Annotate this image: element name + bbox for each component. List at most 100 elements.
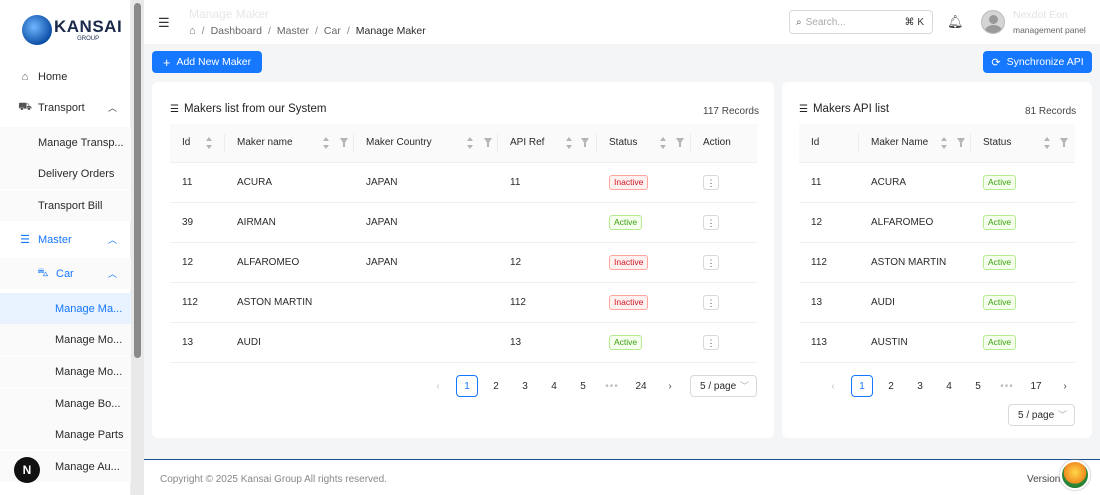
last-page-button[interactable]: 17 bbox=[1025, 375, 1047, 397]
next-page-button[interactable]: › bbox=[659, 375, 681, 397]
globe-logo-icon bbox=[22, 15, 52, 45]
page-size-select[interactable]: 5 / page ﹀ bbox=[690, 375, 757, 397]
more-actions-button[interactable]: ⋮ bbox=[703, 255, 719, 270]
scrollbar-thumb[interactable] bbox=[134, 3, 141, 358]
sidebar-item-label: Manage Bo... bbox=[55, 397, 121, 410]
home-icon[interactable]: ⌂ bbox=[189, 25, 196, 37]
cell-maker-name: ALFAROMEO bbox=[859, 202, 971, 243]
page-3-button[interactable]: 3 bbox=[909, 375, 931, 397]
sidebar-item-manage-body[interactable]: Manage Bo... bbox=[0, 388, 131, 419]
app-favicon-icon[interactable] bbox=[1060, 460, 1090, 490]
home-icon: ⌂ bbox=[21, 70, 29, 83]
more-actions-button[interactable]: ⋮ bbox=[703, 295, 719, 310]
sort-icon[interactable] bbox=[206, 137, 212, 149]
filter-icon[interactable] bbox=[581, 138, 589, 147]
column-header-id[interactable]: Id bbox=[799, 124, 859, 163]
table-row: 113 AUSTIN Active bbox=[799, 322, 1075, 363]
sort-icon[interactable] bbox=[467, 137, 473, 149]
cell-api-ref bbox=[498, 202, 597, 243]
sidebar: KANSAI GROUP ⌂ Home ⛟ Transport ︿ Manage… bbox=[0, 0, 131, 495]
breadcrumb-car[interactable]: Car bbox=[324, 25, 341, 37]
more-pages-ellipsis[interactable]: ••• bbox=[996, 375, 1018, 397]
more-actions-button[interactable]: ⋮ bbox=[703, 335, 719, 350]
sort-icon[interactable] bbox=[941, 137, 947, 149]
last-page-button[interactable]: 24 bbox=[630, 375, 652, 397]
sidebar-item-label: Delivery Orders bbox=[38, 167, 115, 180]
sidebar-item-car[interactable]: ⛍ Car ︿ bbox=[0, 258, 131, 289]
sidebar-item-manage-model[interactable]: Manage Mo... bbox=[0, 324, 131, 355]
status-badge: Active bbox=[609, 335, 643, 350]
search-shortcut: ⌘ K bbox=[904, 16, 924, 28]
sidebar-item-manage-transport[interactable]: Manage Transp... bbox=[0, 127, 131, 158]
page-title: Manage Maker bbox=[189, 7, 270, 21]
column-header-maker-country[interactable]: Maker Country bbox=[354, 124, 498, 163]
sidebar-item-manage-maker[interactable]: Manage Ma... bbox=[0, 293, 131, 324]
api-makers-table: Id Maker Name Status 11 ACURA Active 12 … bbox=[799, 124, 1075, 363]
filter-icon[interactable] bbox=[1060, 138, 1068, 147]
sidebar-item-manage-parts[interactable]: Manage Parts bbox=[0, 419, 131, 450]
sort-icon[interactable] bbox=[1044, 137, 1050, 149]
cell-api-ref: 13 bbox=[498, 322, 597, 363]
prev-page-button[interactable]: ‹ bbox=[427, 375, 449, 397]
page-1-button[interactable]: 1 bbox=[456, 375, 478, 397]
page-1-button[interactable]: 1 bbox=[851, 375, 873, 397]
more-actions-button[interactable]: ⋮ bbox=[703, 215, 719, 230]
sidebar-item-manage-model-2[interactable]: Manage Mo... bbox=[0, 356, 131, 387]
sort-icon[interactable] bbox=[566, 137, 572, 149]
add-new-maker-button[interactable]: + Add New Maker bbox=[152, 51, 262, 73]
status-badge: Active bbox=[983, 215, 1017, 230]
sidebar-item-master[interactable]: ☰ Master ︿ bbox=[0, 224, 131, 255]
column-header-status[interactable]: Status bbox=[971, 124, 1075, 163]
prev-page-button[interactable]: ‹ bbox=[822, 375, 844, 397]
copyright-text: Copyright © 2025 Kansai Group All rights… bbox=[160, 474, 387, 485]
sidebar-scrollbar[interactable] bbox=[131, 0, 144, 495]
bell-icon[interactable]: 🔔︎ bbox=[947, 14, 964, 30]
cell-maker-name: ALFAROMEO bbox=[225, 242, 354, 283]
brand-logo[interactable]: KANSAI GROUP bbox=[0, 0, 130, 60]
page-3-button[interactable]: 3 bbox=[514, 375, 536, 397]
status-badge: Inactive bbox=[609, 255, 649, 270]
filter-icon[interactable] bbox=[957, 138, 965, 147]
more-actions-button[interactable]: ⋮ bbox=[703, 175, 719, 190]
menu-collapse-icon[interactable]: ☰ bbox=[158, 15, 170, 31]
sidebar-item-transport[interactable]: ⛟ Transport ︿ bbox=[0, 92, 131, 123]
sidebar-item-transport-bill[interactable]: Transport Bill bbox=[0, 190, 131, 221]
sort-icon[interactable] bbox=[323, 137, 329, 149]
brand-name: KANSAI bbox=[54, 16, 123, 36]
n-badge[interactable]: N bbox=[14, 457, 40, 483]
sidebar-item-label: Manage Parts bbox=[55, 428, 124, 441]
cell-country: JAPAN bbox=[354, 162, 498, 203]
column-header-maker-name[interactable]: Maker Name bbox=[859, 124, 971, 163]
cell-id: 39 bbox=[170, 202, 225, 243]
page-5-button[interactable]: 5 bbox=[967, 375, 989, 397]
table-row: 13 AUDI 13 Active ⋮ bbox=[170, 322, 757, 363]
search-input[interactable]: ⌕ Search... ⌘ K bbox=[789, 10, 933, 34]
more-pages-ellipsis[interactable]: ••• bbox=[601, 375, 623, 397]
breadcrumb-dashboard[interactable]: Dashboard bbox=[211, 25, 262, 37]
breadcrumb-master[interactable]: Master bbox=[277, 25, 309, 37]
avatar[interactable] bbox=[981, 10, 1005, 34]
column-header-id[interactable]: Id bbox=[170, 124, 225, 163]
next-page-button[interactable]: › bbox=[1054, 375, 1076, 397]
filter-icon[interactable] bbox=[676, 138, 684, 147]
page-4-button[interactable]: 4 bbox=[938, 375, 960, 397]
status-badge: Active bbox=[983, 255, 1017, 270]
sidebar-item-delivery-orders[interactable]: Delivery Orders bbox=[0, 158, 131, 189]
filter-icon[interactable] bbox=[484, 138, 492, 147]
column-header-api-ref[interactable]: API Ref bbox=[498, 124, 597, 163]
page-2-button[interactable]: 2 bbox=[485, 375, 507, 397]
page-size-select[interactable]: 5 / page ﹀ bbox=[1008, 404, 1075, 426]
synchronize-api-button[interactable]: ⟳ Synchronize API bbox=[983, 51, 1092, 73]
filter-icon[interactable] bbox=[340, 138, 348, 147]
column-header-status[interactable]: Status bbox=[597, 124, 691, 163]
sidebar-item-label: Manage Transp... bbox=[38, 136, 124, 149]
page-4-button[interactable]: 4 bbox=[543, 375, 565, 397]
column-header-maker-name[interactable]: Maker name bbox=[225, 124, 354, 163]
user-name[interactable]: Nexdot Eon bbox=[1013, 9, 1068, 21]
chevron-up-icon: ︿ bbox=[107, 235, 117, 245]
breadcrumb-current: Manage Maker bbox=[355, 25, 426, 37]
sidebar-item-home[interactable]: ⌂ Home bbox=[0, 61, 131, 92]
sort-icon[interactable] bbox=[660, 137, 666, 149]
page-5-button[interactable]: 5 bbox=[572, 375, 594, 397]
page-2-button[interactable]: 2 bbox=[880, 375, 902, 397]
